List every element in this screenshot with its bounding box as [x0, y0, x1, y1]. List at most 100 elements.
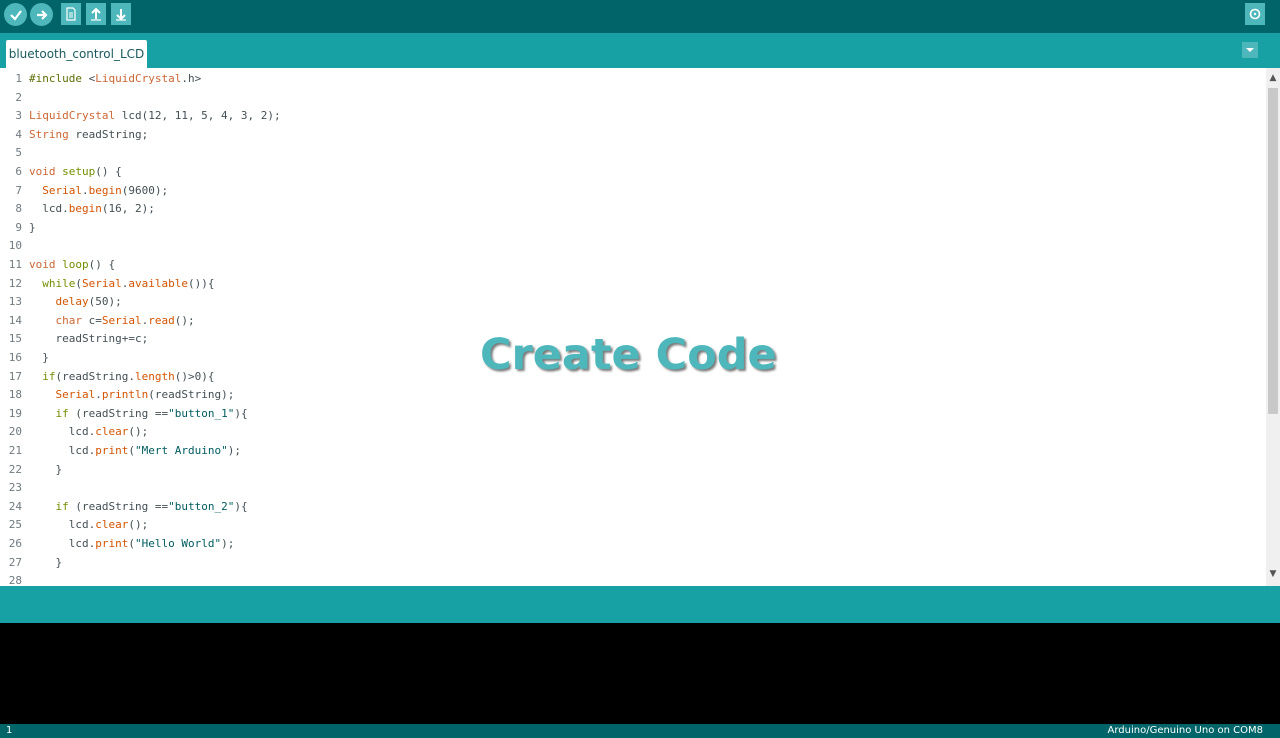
code-token: (readString == — [68, 406, 169, 420]
scroll-up-icon[interactable]: ▲ — [1269, 74, 1277, 83]
code-line[interactable]: 4 String readString; — [0, 128, 1266, 146]
code-line[interactable]: 20 lcd.clear(); — [0, 425, 1266, 443]
code-token: c= — [82, 313, 102, 327]
code-token: clear — [95, 518, 129, 532]
code-token: ()){ — [187, 276, 215, 290]
code-text: lcd.print("Mert Arduino"); — [29, 444, 241, 457]
code-line[interactable]: 21 lcd.print("Mert Arduino"); — [0, 444, 1266, 462]
new-button[interactable] — [61, 3, 81, 25]
scroll-thumb[interactable] — [1268, 88, 1278, 414]
code-line[interactable]: 10 — [0, 239, 1266, 257]
code-editor[interactable]: 1 #include <LiquidCrystal.h> 2 3 LiquidCryst… — [0, 68, 1266, 586]
code-token: if — [42, 369, 56, 383]
code-text: } — [29, 221, 36, 234]
code-token: loop — [62, 258, 89, 271]
code-token: lcd. — [29, 444, 96, 457]
code-token: .h> — [181, 72, 202, 85]
code-line[interactable]: 18 Serial.println(readString); — [0, 388, 1266, 406]
serial-monitor-button[interactable] — [1245, 3, 1265, 25]
line-number: 10 — [8, 239, 22, 253]
code-token: "Hello World" — [134, 537, 222, 550]
line-number: 20 — [8, 425, 22, 439]
status-board-info: Arduino/Genuino Uno on COM8 — [1107, 725, 1264, 736]
code-line[interactable]: 19 if (readString =="button_1"){ — [0, 407, 1266, 425]
code-token: LiquidCrystal — [95, 72, 182, 85]
verify-button[interactable] — [4, 3, 27, 26]
code-line[interactable]: 11 void loop() { — [0, 258, 1266, 276]
line-number: 11 — [8, 258, 22, 271]
scroll-down-icon[interactable]: ▼ — [1269, 570, 1277, 579]
code-line[interactable]: 24 if (readString =="button_2"){ — [0, 500, 1266, 518]
code-token: read — [148, 313, 175, 327]
code-text: lcd.clear(); — [29, 425, 149, 439]
code-line[interactable]: 25 lcd.clear(); — [0, 518, 1266, 536]
tab-bar: bluetooth_control_LCD — [0, 33, 1280, 68]
line-number: 4 — [15, 127, 22, 141]
code-token: print — [95, 444, 129, 457]
code-line[interactable]: 1 #include <LiquidCrystal.h> — [0, 72, 1266, 90]
tab-bluetooth-control-lcd[interactable]: bluetooth_control_LCD — [6, 40, 147, 68]
code-token: (50); — [88, 295, 122, 309]
code-text: if(readString.length()>0){ — [29, 370, 214, 383]
code-token: if — [55, 499, 69, 513]
code-line[interactable]: 9} — [0, 221, 1266, 239]
line-number: 16 — [8, 351, 22, 364]
code-text: } — [29, 463, 62, 476]
code-text: String readString; — [29, 128, 148, 141]
code-token: (9600); — [121, 183, 169, 197]
document-icon — [66, 7, 76, 21]
code-token: #include — [29, 72, 89, 85]
code-token: ){ — [234, 499, 248, 513]
save-button[interactable] — [111, 3, 131, 25]
vertical-scrollbar[interactable]: ▲ ▼ — [1266, 68, 1280, 586]
code-token: } — [29, 351, 49, 364]
code-token: (); — [128, 425, 149, 439]
code-token: println — [101, 388, 149, 402]
code-line[interactable]: 6 void setup() { — [0, 165, 1266, 183]
overlay-caption: Create Code — [480, 330, 777, 380]
line-number: 23 — [8, 481, 22, 495]
line-number: 24 — [8, 499, 22, 513]
code-text: #include <LiquidCrystal.h> — [29, 72, 201, 85]
line-number: 18 — [8, 388, 22, 402]
code-token: (); — [128, 518, 149, 532]
open-button[interactable] — [86, 3, 106, 25]
code-text: if (readString =="button_2"){ — [29, 500, 248, 513]
code-text: } — [29, 556, 62, 569]
line-number: 12 — [8, 276, 22, 290]
code-line[interactable]: 26 lcd.print("Hello World"); — [0, 537, 1266, 555]
upload-button[interactable] — [30, 3, 53, 26]
line-number: 27 — [8, 555, 22, 569]
status-bar: 1 Arduino/Genuino Uno on COM8 — [0, 724, 1280, 738]
code-line[interactable]: 2 — [0, 91, 1266, 109]
code-token: delay — [55, 295, 89, 309]
code-token: String — [29, 127, 69, 141]
code-line[interactable]: 22 } — [0, 463, 1266, 481]
code-text: delay(50); — [29, 295, 122, 308]
code-token: lcd. — [29, 518, 96, 532]
arrow-down-icon — [116, 9, 126, 21]
code-line[interactable]: 13 delay(50); — [0, 295, 1266, 313]
chevron-down-icon — [1246, 48, 1254, 52]
code-line[interactable]: 8 lcd.begin(16, 2); — [0, 202, 1266, 220]
code-line[interactable]: 28 — [0, 574, 1266, 586]
code-token: (); — [174, 313, 195, 327]
code-line[interactable]: 27 } — [0, 556, 1266, 574]
code-line[interactable]: 23 — [0, 481, 1266, 499]
code-line[interactable]: 12 while(Serial.available()){ — [0, 277, 1266, 295]
code-token: char — [55, 313, 83, 327]
code-token: while — [42, 276, 76, 290]
code-token: lcd. — [29, 537, 96, 550]
line-number: 6 — [15, 165, 22, 178]
tab-menu-button[interactable] — [1242, 42, 1258, 58]
line-number: 8 — [15, 202, 22, 216]
line-number: 26 — [8, 537, 22, 550]
code-line[interactable]: 7 Serial.begin(9600); — [0, 184, 1266, 202]
code-line[interactable]: 5 — [0, 146, 1266, 164]
code-token: lcd. — [29, 202, 69, 216]
line-number: 7 — [15, 183, 22, 197]
code-line[interactable]: 3 LiquidCrystal lcd(12, 11, 5, 4, 3, 2); — [0, 109, 1266, 127]
